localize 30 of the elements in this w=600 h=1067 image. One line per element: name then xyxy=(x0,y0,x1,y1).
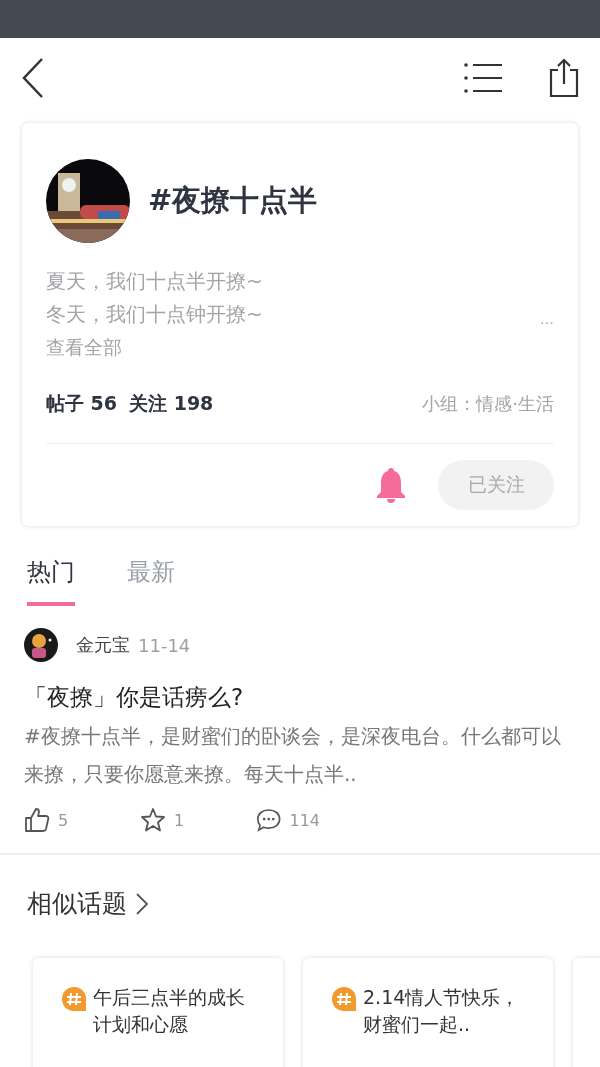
comment-count: 114 xyxy=(289,810,320,830)
post-title[interactable]: 「夜撩」你是话痨么? xyxy=(24,682,576,713)
topic-card[interactable]: 2.14情人节快乐，财蜜们一起.. xyxy=(303,958,553,1067)
list-icon[interactable] xyxy=(464,63,502,93)
comment-icon[interactable] xyxy=(256,807,282,833)
description-line: 夏天，我们十点半开撩~ xyxy=(46,268,263,295)
section-title[interactable]: 相似话题 xyxy=(27,887,127,920)
hashtag-icon xyxy=(61,986,87,1012)
post-date: 11-14 xyxy=(138,634,191,656)
post-excerpt: #夜撩十点半，是财蜜们的卧谈会，是深夜电台。什么都可以来撩，只要你愿意来撩。每天十点半.. xyxy=(24,723,562,788)
chevron-right-icon[interactable] xyxy=(135,891,149,916)
back-icon[interactable] xyxy=(20,57,46,99)
stat-count: 帖子 56 xyxy=(46,391,118,416)
favorite-count: 1 xyxy=(174,810,185,830)
stat-count: 关注 198 xyxy=(129,391,214,416)
tab[interactable]: 热门 xyxy=(27,556,75,606)
topic-title: #夜撩十点半 xyxy=(148,182,318,219)
topic-name: 午后三点半的成长计划和心愿 xyxy=(93,985,246,1037)
group-label: 小组：情感·生活 xyxy=(422,392,554,416)
like-count: 5 xyxy=(58,810,69,830)
bell-icon[interactable] xyxy=(376,467,406,503)
topic-name: 2.14情人节快乐，财蜜们一起.. xyxy=(363,985,521,1037)
star-icon[interactable] xyxy=(140,807,166,833)
description-line: 冬天，我们十点钟开撩~ xyxy=(46,301,263,328)
share-icon[interactable] xyxy=(548,58,580,98)
topic-card[interactable]: 午后三点半的成长计划和心愿 xyxy=(33,958,283,1067)
author-name[interactable]: 金元宝 xyxy=(76,633,130,657)
avatar-icon[interactable] xyxy=(24,628,58,662)
hashtag-icon xyxy=(331,986,357,1012)
thumbs-up-icon[interactable] xyxy=(24,807,50,833)
